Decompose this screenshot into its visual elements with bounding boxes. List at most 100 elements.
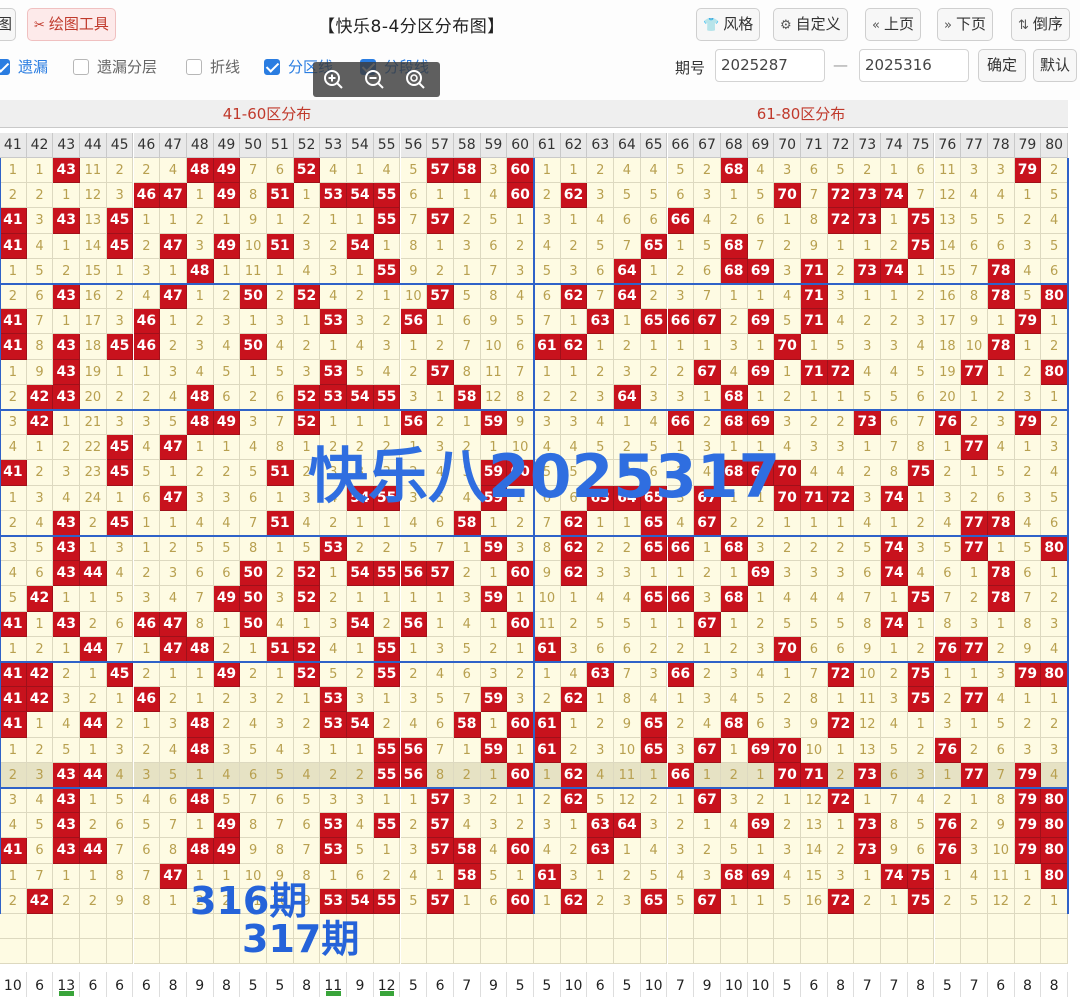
column-header[interactable]: 49	[213, 133, 241, 158]
empty-cell[interactable]	[480, 914, 508, 940]
empty-cell[interactable]	[720, 914, 748, 940]
zoom-out-icon[interactable]	[363, 68, 385, 90]
style-button[interactable]: 👕 风格	[696, 8, 761, 41]
empty-cell[interactable]	[507, 939, 534, 965]
empty-cell[interactable]	[534, 914, 561, 940]
empty-cell[interactable]	[827, 939, 855, 965]
empty-cell[interactable]	[400, 914, 428, 940]
empty-cell[interactable]	[827, 914, 855, 940]
empty-cell[interactable]	[694, 939, 721, 965]
empty-cell[interactable]	[694, 914, 721, 940]
empty-cell[interactable]	[186, 939, 214, 965]
default-button[interactable]: 默认	[1033, 49, 1078, 82]
column-header[interactable]: 45	[106, 133, 134, 158]
column-header[interactable]: 78	[987, 133, 1015, 158]
column-header[interactable]: 62	[560, 133, 588, 158]
option-line[interactable]: 折线	[186, 56, 240, 78]
column-header[interactable]: 74	[881, 133, 908, 158]
empty-cell[interactable]	[961, 939, 988, 965]
empty-cell[interactable]	[267, 939, 294, 965]
empty-cell[interactable]	[1014, 914, 1042, 940]
column-header[interactable]: 53	[320, 133, 348, 158]
empty-cell[interactable]	[667, 914, 695, 940]
option-missing[interactable]: 遗漏	[0, 56, 48, 78]
empty-cell[interactable]	[53, 914, 81, 940]
empty-cell[interactable]	[133, 914, 161, 940]
empty-cell[interactable]	[186, 914, 214, 940]
chart-type-button[interactable]: 图	[0, 8, 16, 41]
empty-cell[interactable]	[587, 914, 615, 940]
empty-cell[interactable]	[213, 914, 241, 940]
column-header[interactable]: 61	[534, 133, 561, 158]
column-header[interactable]: 50	[240, 133, 267, 158]
column-header[interactable]: 67	[694, 133, 721, 158]
empty-cell[interactable]	[934, 914, 962, 940]
empty-cell[interactable]	[801, 939, 828, 965]
empty-cell[interactable]	[240, 939, 267, 965]
column-header[interactable]: 41	[0, 133, 27, 158]
empty-cell[interactable]	[774, 914, 801, 940]
confirm-button[interactable]: 确定	[978, 49, 1027, 82]
column-header[interactable]: 66	[667, 133, 695, 158]
empty-cell[interactable]	[881, 939, 908, 965]
empty-cell[interactable]	[560, 939, 588, 965]
empty-cell[interactable]	[267, 914, 294, 940]
issue-to-input[interactable]: 2025316	[859, 49, 969, 82]
empty-cell[interactable]	[507, 914, 534, 940]
column-header[interactable]: 72	[827, 133, 855, 158]
column-header[interactable]: 63	[587, 133, 615, 158]
draw-tool-button[interactable]: ✂ 绘图工具	[27, 8, 116, 41]
column-header[interactable]: 57	[427, 133, 454, 158]
empty-cell[interactable]	[453, 939, 481, 965]
zoom-in-icon[interactable]	[322, 68, 344, 90]
empty-cell[interactable]	[987, 914, 1015, 940]
empty-cell[interactable]	[293, 939, 321, 965]
column-header[interactable]: 65	[640, 133, 668, 158]
column-header[interactable]: 79	[1014, 133, 1042, 158]
column-header[interactable]: 80	[1041, 133, 1068, 158]
checkbox-checked-icon[interactable]	[0, 59, 10, 75]
column-header[interactable]: 73	[854, 133, 882, 158]
empty-cell[interactable]	[907, 914, 935, 940]
empty-cell[interactable]	[453, 914, 481, 940]
column-header[interactable]: 42	[26, 133, 54, 158]
column-header[interactable]: 60	[507, 133, 534, 158]
empty-cell[interactable]	[106, 914, 134, 940]
column-header[interactable]: 77	[961, 133, 988, 158]
option-missing-layer[interactable]: 遗漏分层	[73, 56, 157, 78]
empty-cell[interactable]	[747, 939, 775, 965]
reverse-order-button[interactable]: ⇅ 倒序	[1011, 8, 1070, 41]
empty-cell[interactable]	[907, 939, 935, 965]
issue-from-input[interactable]: 2025287	[715, 49, 825, 82]
empty-cell[interactable]	[881, 914, 908, 940]
checkbox-unchecked-icon[interactable]	[186, 59, 202, 75]
checkbox-unchecked-icon[interactable]	[73, 59, 89, 75]
empty-cell[interactable]	[0, 939, 27, 965]
empty-cell[interactable]	[1041, 914, 1068, 940]
empty-cell[interactable]	[854, 939, 882, 965]
empty-cell[interactable]	[854, 914, 882, 940]
column-header[interactable]: 76	[934, 133, 962, 158]
column-header[interactable]: 48	[186, 133, 214, 158]
empty-cell[interactable]	[133, 939, 161, 965]
column-header[interactable]: 43	[53, 133, 81, 158]
empty-cell[interactable]	[213, 939, 241, 965]
empty-cell[interactable]	[720, 939, 748, 965]
empty-cell[interactable]	[80, 914, 107, 940]
empty-cell[interactable]	[160, 914, 187, 940]
custom-button[interactable]: ⚙ 自定义	[773, 8, 848, 41]
column-header[interactable]: 70	[774, 133, 801, 158]
column-header[interactable]: 44	[80, 133, 107, 158]
empty-cell[interactable]	[427, 939, 454, 965]
column-header[interactable]: 52	[293, 133, 321, 158]
empty-cell[interactable]	[347, 939, 374, 965]
empty-cell[interactable]	[320, 939, 348, 965]
empty-cell[interactable]	[614, 939, 641, 965]
column-header[interactable]: 75	[907, 133, 935, 158]
prev-page-button[interactable]: «上页	[865, 8, 921, 41]
empty-cell[interactable]	[293, 914, 321, 940]
empty-cell[interactable]	[747, 914, 775, 940]
column-header[interactable]: 55	[373, 133, 401, 158]
column-header[interactable]: 59	[480, 133, 508, 158]
empty-cell[interactable]	[160, 939, 187, 965]
